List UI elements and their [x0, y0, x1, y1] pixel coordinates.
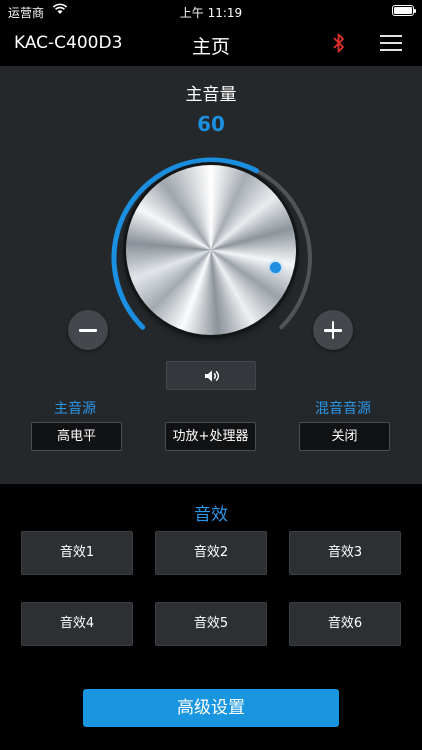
effect-button-4[interactable]: 音效4	[21, 602, 133, 646]
main-source-select[interactable]: 高电平	[31, 422, 122, 451]
battery-icon	[392, 5, 416, 16]
effect-button-1[interactable]: 音效1	[21, 531, 133, 575]
mix-source-select[interactable]: 关闭	[299, 422, 390, 451]
effect-button-6[interactable]: 音效6	[289, 602, 401, 646]
knob-indicator	[270, 262, 281, 273]
volume-up-button[interactable]	[313, 310, 353, 350]
menu-icon[interactable]	[380, 34, 402, 52]
volume-down-button[interactable]	[68, 310, 108, 350]
master-volume-value: 60	[197, 112, 225, 136]
speaker-icon	[205, 370, 220, 382]
master-volume-title: 主音量	[185, 85, 237, 105]
volume-knob[interactable]	[126, 165, 296, 335]
effect-button-2[interactable]: 音效2	[155, 531, 267, 575]
mode-select[interactable]: 功放+处理器	[165, 422, 256, 451]
mix-source-label: 混音音源	[315, 401, 371, 417]
bluetooth-icon[interactable]	[332, 32, 346, 58]
mute-button[interactable]	[166, 361, 256, 390]
effects-title: 音效	[194, 505, 228, 525]
nav-bar: KAC-C400D3 主页	[0, 24, 422, 67]
effect-button-5[interactable]: 音效5	[155, 602, 267, 646]
advanced-settings-button[interactable]: 高级设置	[83, 689, 339, 727]
clock: 上午 11:19	[179, 6, 243, 20]
minus-icon	[79, 329, 97, 332]
effect-button-3[interactable]: 音效3	[289, 531, 401, 575]
page-title: 主页	[191, 36, 230, 58]
main-source-label: 主音源	[54, 401, 96, 417]
status-bar: 运营商 上午 11:19	[0, 0, 422, 24]
